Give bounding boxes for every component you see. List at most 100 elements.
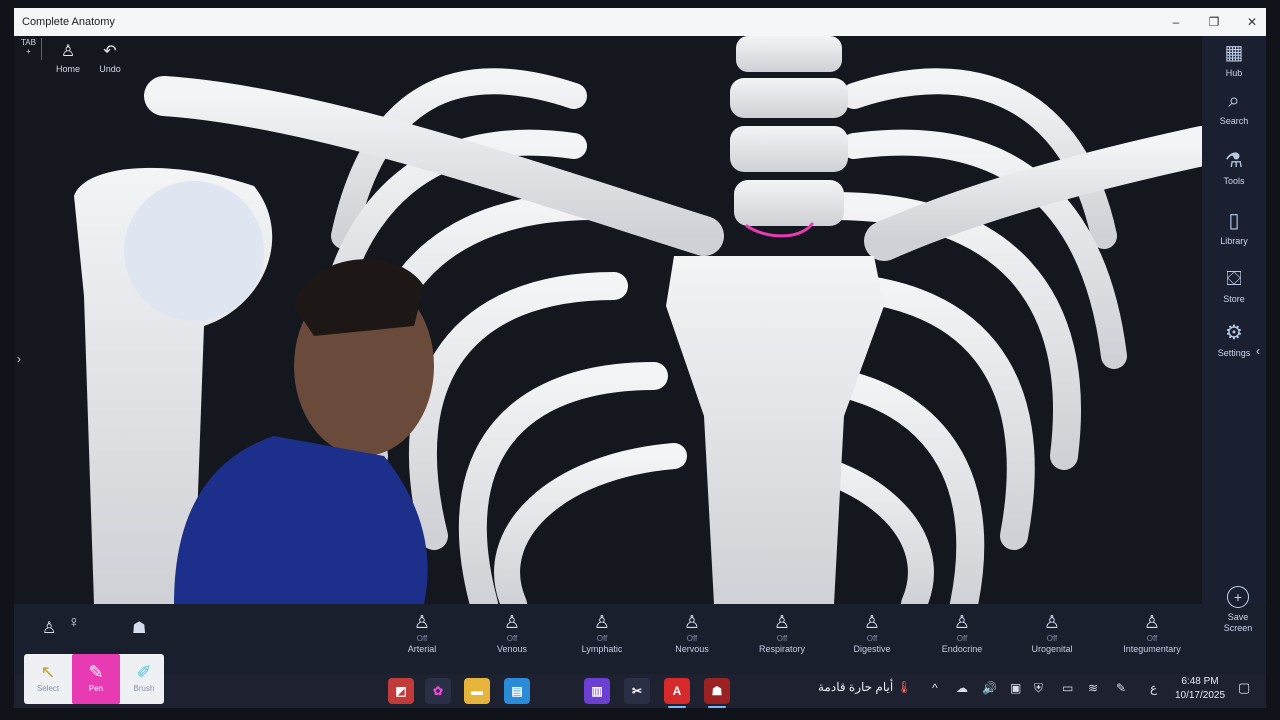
- rib-cage-model: [14, 36, 1202, 604]
- sidebar-item-library[interactable]: ▯ Library: [1202, 206, 1266, 246]
- taskbar-app-copilot[interactable]: ✿: [425, 678, 451, 704]
- close-button[interactable]: ✕: [1244, 15, 1260, 29]
- chevron-up-icon[interactable]: ^: [932, 681, 938, 695]
- left-panel-chevron-icon[interactable]: ›: [17, 352, 21, 366]
- taskbar-app-file-explorer[interactable]: ▬: [464, 678, 490, 704]
- select-tool[interactable]: ↖ Select: [24, 654, 72, 704]
- system-nervous[interactable]: ♙ Off Nervous: [652, 610, 732, 655]
- urogenital-icon: ♙: [1043, 612, 1061, 632]
- system-state: Off: [596, 634, 608, 643]
- system-state: Off: [686, 634, 698, 643]
- system-urogenital[interactable]: ♙ Off Urogenital: [1012, 610, 1092, 655]
- system-state: Off: [416, 634, 428, 643]
- tab-button[interactable]: TAB +: [16, 38, 42, 60]
- undo-label: Undo: [99, 64, 121, 74]
- lymphatic-icon: ♙: [593, 612, 611, 632]
- arterial-icon: ♙: [413, 612, 431, 632]
- system-state: Off: [956, 634, 968, 643]
- sidebar-item-label: Library: [1220, 236, 1248, 246]
- sidebar-item-search[interactable]: ⌕ Search: [1202, 86, 1266, 126]
- system-label: Integumentary: [1123, 644, 1181, 654]
- system-state: Off: [776, 634, 788, 643]
- home-button[interactable]: ♙ Home: [46, 40, 90, 74]
- library-icon: ▯: [1228, 210, 1240, 232]
- sidebar-item-store[interactable]: ⛋ Store: [1202, 264, 1266, 304]
- system-digestive[interactable]: ♙ Off Digestive: [832, 610, 912, 655]
- save-screen-label-2: Screen: [1223, 623, 1253, 633]
- weather-widget[interactable]: 🌡 أيام حارة قادمة: [818, 680, 912, 694]
- taskbar-app-whiteboard[interactable]: ▥: [584, 678, 610, 704]
- sidebar-item-label: Store: [1223, 294, 1245, 304]
- digestive-icon: ♙: [863, 612, 881, 632]
- system-venous[interactable]: ♙ Off Venous: [472, 610, 552, 655]
- select-label: Select: [36, 684, 60, 693]
- system-endocrine[interactable]: ♙ Off Endocrine: [922, 610, 1002, 655]
- system-arterial[interactable]: ♙ Off Arterial: [382, 610, 462, 655]
- device-icon[interactable]: ▣: [1010, 681, 1021, 695]
- system-label: Arterial: [407, 644, 437, 654]
- nervous-icon: ♙: [683, 612, 701, 632]
- annotation-palette: ↖ Select ✎ Pen ✐ Brush: [24, 654, 164, 704]
- thermometer-icon: 🌡: [896, 680, 912, 694]
- system-label: Respiratory: [758, 644, 805, 654]
- sidebar-item-hub[interactable]: ▦ Hub: [1202, 38, 1266, 78]
- window-controls: – ❐ ✕: [1168, 8, 1260, 36]
- sidebar-item-label: Settings: [1217, 348, 1251, 358]
- speaker-icon[interactable]: 🔊: [982, 681, 997, 695]
- notification-icon[interactable]: ▢: [1238, 680, 1250, 696]
- pen-label: Pen: [88, 684, 104, 693]
- pen-tool[interactable]: ✎ Pen: [72, 654, 120, 704]
- restore-button[interactable]: ❐: [1206, 15, 1222, 29]
- search-icon: ⌕: [1228, 90, 1240, 112]
- female-icon[interactable]: ♀: [68, 614, 80, 632]
- taskbar-app-complete-anatomy[interactable]: ☗: [704, 678, 730, 708]
- pen-tray-icon[interactable]: ✎: [1116, 681, 1126, 695]
- system-label: Nervous: [675, 644, 709, 654]
- system-state: Off: [866, 634, 878, 643]
- system-label: Endocrine: [941, 644, 983, 654]
- undo-button[interactable]: ↶ Undo: [88, 40, 132, 74]
- save-screen-label: Save: [1227, 612, 1249, 622]
- endocrine-icon: ♙: [953, 612, 971, 632]
- taskbar-clock[interactable]: 6:48 PM 10/17/2025: [1168, 675, 1232, 703]
- input-language[interactable]: ع: [1150, 681, 1157, 695]
- taskbar-app-capcut[interactable]: ✂: [624, 678, 650, 704]
- taskbar-app-store[interactable]: ▤: [504, 678, 530, 704]
- sidebar-item-label: Hub: [1225, 68, 1243, 78]
- system-respiratory[interactable]: ♙ Off Respiratory: [742, 610, 822, 655]
- title-bar: Complete Anatomy – ❐ ✕: [14, 8, 1266, 36]
- system-integumentary[interactable]: ♙ Off Integumentary: [1112, 610, 1192, 655]
- male-figure-icon[interactable]: ♙: [42, 618, 56, 638]
- system-lymphatic[interactable]: ♙ Off Lymphatic: [562, 610, 642, 655]
- home-label: Home: [55, 64, 80, 74]
- system-label: Lymphatic: [581, 644, 623, 654]
- system-label: Urogenital: [1031, 644, 1073, 654]
- system-label: Venous: [496, 644, 528, 654]
- taskbar-app-office[interactable]: ◩: [388, 678, 414, 704]
- body-figure-icon[interactable]: ☗: [132, 618, 146, 638]
- tab-label: TAB: [21, 38, 36, 47]
- save-screen-button[interactable]: + Save Screen: [1214, 586, 1262, 634]
- app-title: Complete Anatomy: [22, 16, 115, 28]
- integumentary-icon: ♙: [1143, 612, 1161, 632]
- sidebar-item-tools[interactable]: ⚗ Tools: [1202, 146, 1266, 186]
- screen: Complete Anatomy – ❐ ✕ TAB + ♙ Home ↶ Un…: [0, 0, 1280, 720]
- venous-icon: ♙: [503, 612, 521, 632]
- pointer-icon: ↖: [40, 662, 56, 682]
- system-state: Off: [506, 634, 518, 643]
- undo-icon: ↶: [103, 43, 117, 60]
- plus-icon: +: [1227, 586, 1249, 608]
- wifi-icon[interactable]: ≋: [1088, 681, 1098, 695]
- taskbar-app-acrobat[interactable]: A: [664, 678, 690, 708]
- security-icon[interactable]: ⛨: [1034, 681, 1043, 696]
- battery-icon[interactable]: ▭: [1062, 681, 1073, 695]
- anatomy-viewport[interactable]: [14, 36, 1202, 604]
- cloud-icon[interactable]: ☁: [956, 681, 968, 695]
- right-panel-chevron-icon[interactable]: ‹: [1256, 344, 1260, 358]
- pen-icon: ✎: [88, 662, 104, 682]
- brush-label: Brush: [133, 684, 155, 693]
- minimize-button[interactable]: –: [1168, 15, 1184, 29]
- store-icon: ⛋: [1226, 268, 1242, 290]
- system-label: Digestive: [853, 644, 891, 654]
- brush-tool[interactable]: ✐ Brush: [120, 654, 168, 704]
